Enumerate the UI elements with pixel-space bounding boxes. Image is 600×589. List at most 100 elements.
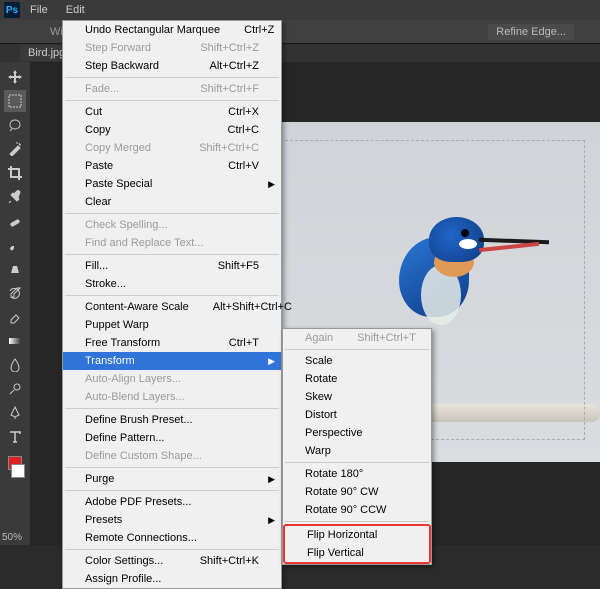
menu-item-label: Presets [85,514,122,526]
menu-item-shortcut: Alt+Shift+Ctrl+C [213,301,292,313]
menu-item-label: Flip Vertical [307,547,364,559]
edit-menu-item-separator [65,408,279,409]
menu-edit[interactable]: Edit [58,2,93,18]
transform-menu-item-rotate[interactable]: Rotate [283,370,431,388]
eraser-tool[interactable] [4,306,26,328]
edit-menu-item-separator [65,467,279,468]
clone-stamp-tool[interactable] [4,258,26,280]
menu-item-label: Auto-Blend Layers... [85,391,185,403]
menu-item-shortcut: Ctrl+Z [244,24,274,36]
edit-menu-item-presets[interactable]: Presets ▶ [63,511,281,529]
menu-item-label: Rotate 180° [305,468,363,480]
menu-item-shortcut: Shift+Ctrl+K [200,555,259,567]
submenu-arrow-icon: ▶ [268,179,275,190]
type-tool[interactable] [4,426,26,448]
crop-tool[interactable] [4,162,26,184]
healing-brush-tool[interactable] [4,210,26,232]
refine-edge-button[interactable]: Refine Edge... [488,24,574,40]
edit-menu-item-separator [65,213,279,214]
menu-item-label: Rotate 90° CCW [305,504,386,516]
transform-menu-item-flip-horizontal[interactable]: Flip Horizontal [285,526,429,544]
transform-menu-item-rotate-90-cw[interactable]: Rotate 90° CW [283,483,431,501]
edit-menu-item-paste-special[interactable]: Paste Special▶ [63,175,281,193]
tools-panel [0,62,30,545]
edit-menu-item-define-custom-shape: Define Custom Shape... [63,447,281,465]
menu-item-label: Puppet Warp [85,319,149,331]
edit-menu-item-auto-align-layers: Auto-Align Layers... [63,370,281,388]
edit-menu-item-free-transform[interactable]: Free TransformCtrl+T [63,334,281,352]
edit-menu-item-paste[interactable]: Paste Ctrl+V [63,157,281,175]
edit-menu-item-step-backward[interactable]: Step BackwardAlt+Ctrl+Z [63,57,281,75]
transform-menu-item-perspective[interactable]: Perspective [283,424,431,442]
edit-menu-item-content-aware-scale[interactable]: Content-Aware ScaleAlt+Shift+Ctrl+C [63,298,281,316]
transform-menu-item-skew[interactable]: Skew [283,388,431,406]
brush-tool[interactable] [4,234,26,256]
edit-menu-item-copy[interactable]: CopyCtrl+C [63,121,281,139]
edit-menu-item-remote-connections[interactable]: Remote Connections... [63,529,281,547]
edit-menu-item-puppet-warp[interactable]: Puppet Warp [63,316,281,334]
submenu-arrow-icon: ▶ [268,474,275,485]
transform-menu-item-warp[interactable]: Warp [283,442,431,460]
highlighted-flip-options: Flip Horizontal Flip Vertical [283,524,431,564]
menu-file[interactable]: File [22,2,56,18]
gradient-tool[interactable] [4,330,26,352]
history-brush-tool[interactable] [4,282,26,304]
edit-menu-item-assign-profile[interactable]: Assign Profile... [63,570,281,588]
zoom-status: 50% [2,532,22,543]
dodge-tool[interactable] [4,378,26,400]
menu-item-label: Rotate [305,373,337,385]
transform-menu-item-rotate-180[interactable]: Rotate 180° [283,465,431,483]
edit-menu-item-purge[interactable]: Purge▶ [63,470,281,488]
transform-menu-item-scale[interactable]: Scale [283,352,431,370]
menu-item-shortcut: Shift+Ctrl+C [199,142,259,154]
menu-item-shortcut: Alt+Ctrl+Z [209,60,259,72]
background-color-swatch[interactable] [11,464,25,478]
wand-tool[interactable] [4,138,26,160]
transform-menu-item-again: AgainShift+Ctrl+T [283,329,431,347]
edit-menu-item-transform[interactable]: Transform▶ [63,352,281,370]
eyedropper-tool[interactable] [4,186,26,208]
edit-menu-item-find-and-replace-text: Find and Replace Text... [63,234,281,252]
submenu-arrow-icon: ▶ [268,515,275,526]
move-tool[interactable] [4,66,26,88]
menu-item-shortcut: Ctrl+X [228,106,259,118]
menu-item-shortcut: Ctrl+V [228,160,259,172]
edit-menu-item-color-settings[interactable]: Color Settings...Shift+Ctrl+K [63,552,281,570]
transform-menu-item-separator [285,462,429,463]
menu-item-label: Free Transform [85,337,160,349]
transform-menu-item-rotate-90-ccw[interactable]: Rotate 90° CCW [283,501,431,519]
edit-menu-item-separator [65,490,279,491]
menu-item-label: Perspective [305,427,362,439]
lasso-tool[interactable] [4,114,26,136]
edit-menu-item-cut[interactable]: Cut Ctrl+X [63,103,281,121]
menu-item-shortcut: Ctrl+C [228,124,259,136]
menu-item-label: Paste [85,160,113,172]
edit-menu-dropdown: Undo Rectangular MarqueeCtrl+ZStep Forwa… [62,20,282,589]
menu-item-label: Find and Replace Text... [85,237,203,249]
pen-tool[interactable] [4,402,26,424]
edit-menu-item-separator [65,100,279,101]
document-tab-label: Bird.jpg [28,47,65,59]
menu-item-label: Define Brush Preset... [85,414,193,426]
edit-menu-item-define-brush-preset[interactable]: Define Brush Preset... [63,411,281,429]
menu-item-label: Check Spelling... [85,219,168,231]
transform-menu-item-distort[interactable]: Distort [283,406,431,424]
edit-menu-item-adobe-pdf-presets[interactable]: Adobe PDF Presets... [63,493,281,511]
menu-item-shortcut: Shift+F5 [218,260,259,272]
marquee-tool[interactable] [4,90,26,112]
edit-menu-item-define-pattern[interactable]: Define Pattern... [63,429,281,447]
menu-item-shortcut: Shift+Ctrl+T [357,332,416,344]
edit-menu-item-separator [65,77,279,78]
menu-item-label: Clear [85,196,111,208]
edit-menu-item-clear[interactable]: Clear [63,193,281,211]
edit-menu-item-stroke[interactable]: Stroke... [63,275,281,293]
menu-item-label: Copy Merged [85,142,151,154]
menu-item-label: Content-Aware Scale [85,301,189,313]
edit-menu-item-undo-rectangular-marquee[interactable]: Undo Rectangular MarqueeCtrl+Z [63,21,281,39]
menu-item-label: Cut [85,106,102,118]
blur-tool[interactable] [4,354,26,376]
menubar: Ps File Edit [0,0,600,20]
menu-item-label: Fade... [85,83,119,95]
edit-menu-item-fill[interactable]: Fill...Shift+F5 [63,257,281,275]
transform-menu-item-flip-vertical[interactable]: Flip Vertical [285,544,429,562]
